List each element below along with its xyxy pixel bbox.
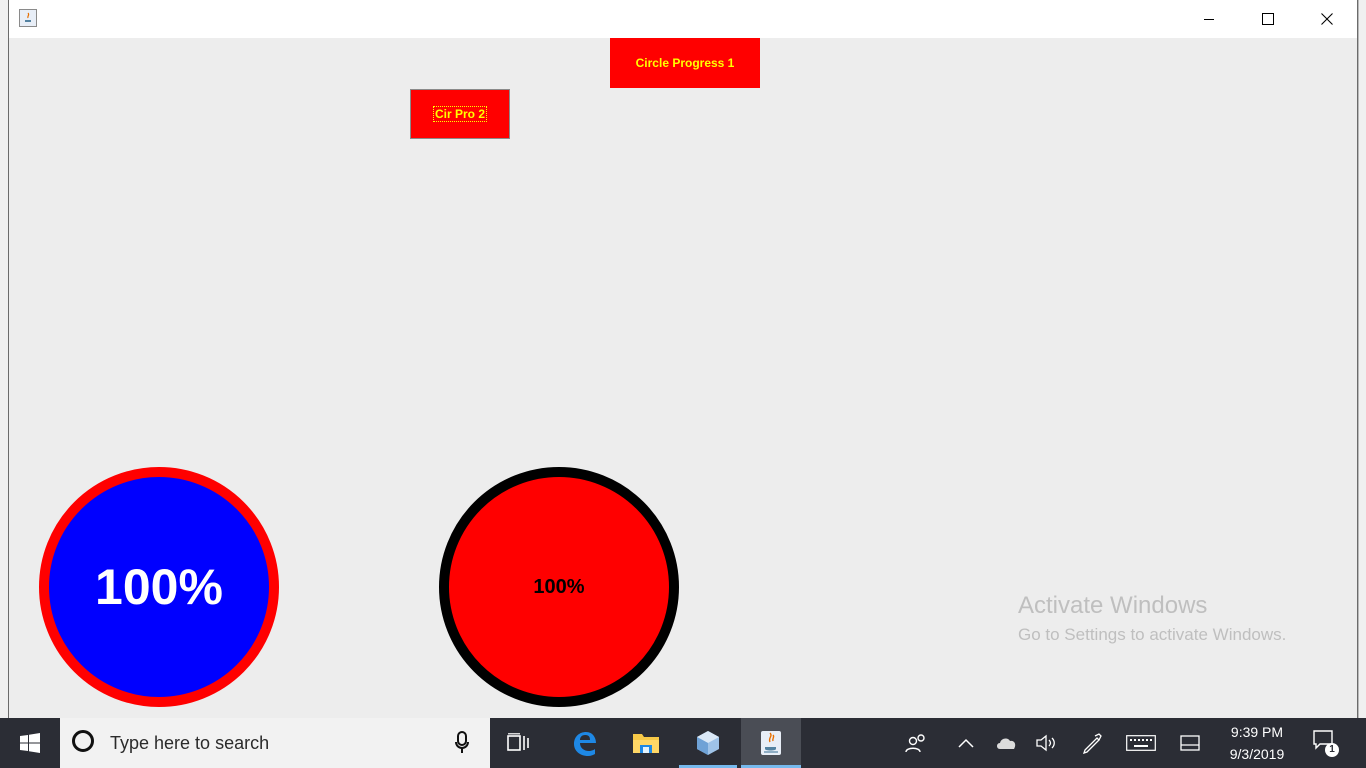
onedrive-cloud-icon — [997, 738, 1016, 749]
java-app-icon[interactable] — [19, 9, 37, 27]
java-taskbar-button[interactable] — [741, 718, 801, 768]
pen-workspace-button[interactable] — [1076, 718, 1108, 768]
file-explorer-button[interactable] — [617, 718, 675, 768]
virtualbox-button[interactable] — [679, 718, 737, 768]
chevron-up-icon — [958, 738, 974, 748]
circle-progress-1: 100% — [39, 467, 279, 707]
display-button[interactable] — [1174, 718, 1206, 768]
circle-progress-2-value: 100% — [533, 575, 585, 598]
people-button[interactable] — [900, 718, 932, 768]
action-center-button[interactable]: 1 — [1312, 728, 1342, 758]
circle-progress-2: 100% — [439, 467, 679, 707]
close-icon — [1321, 13, 1333, 25]
watermark-title: Activate Windows — [1018, 592, 1208, 619]
task-view-icon — [507, 733, 529, 751]
minimize-icon — [1204, 19, 1214, 20]
circle-progress-1-value: 100% — [95, 559, 223, 615]
maximize-icon — [1262, 13, 1274, 25]
volume-icon — [1036, 734, 1055, 752]
microphone-icon[interactable] — [455, 731, 469, 755]
title-bar[interactable] — [9, 0, 1357, 38]
pen-icon — [1082, 733, 1102, 754]
clock-time: 9:39 PM — [1230, 724, 1284, 740]
maximize-button[interactable] — [1239, 0, 1297, 38]
cortana-icon — [72, 730, 94, 752]
activate-windows-watermark: Activate Windows Go to Settings to activ… — [1018, 592, 1286, 648]
notification-count-badge: 1 — [1325, 743, 1339, 757]
circle-progress-1-label: Circle Progress 1 — [635, 56, 735, 70]
circle-progress-1-button[interactable]: Circle Progress 1 — [610, 38, 760, 88]
watermark-subtitle: Go to Settings to activate Windows. — [1018, 625, 1287, 644]
show-hidden-icons-button[interactable] — [950, 718, 982, 768]
cir-pro-2-label: Cir Pro 2 — [432, 106, 487, 122]
keyboard-icon — [1126, 735, 1156, 751]
close-button[interactable] — [1298, 0, 1356, 38]
windows-logo-icon — [20, 733, 40, 753]
clock-date: 9/3/2019 — [1229, 746, 1285, 762]
edge-icon — [574, 732, 596, 756]
cir-pro-2-button[interactable]: Cir Pro 2 — [410, 89, 510, 139]
file-explorer-icon — [633, 734, 659, 753]
edge-button[interactable] — [555, 718, 613, 768]
java-icon — [761, 731, 781, 755]
search-placeholder: Type here to search — [110, 733, 270, 753]
background-window-edge-right — [1358, 0, 1366, 718]
touch-keyboard-button[interactable] — [1122, 718, 1160, 768]
onedrive-button[interactable] — [990, 718, 1022, 768]
task-view-button[interactable] — [490, 718, 548, 768]
taskbar-clock[interactable]: 9:39 PM 9/3/2019 — [1212, 721, 1302, 765]
volume-button[interactable] — [1030, 718, 1062, 768]
virtualbox-icon — [697, 731, 719, 755]
tablet-mode-icon — [1180, 735, 1200, 751]
people-icon — [905, 734, 925, 753]
taskbar: Type here to search 9:39 PM 9/3/2019 1 — [0, 718, 1366, 768]
taskbar-search-box[interactable]: Type here to search — [60, 718, 490, 768]
minimize-button[interactable] — [1180, 0, 1238, 38]
start-button[interactable] — [0, 718, 60, 768]
